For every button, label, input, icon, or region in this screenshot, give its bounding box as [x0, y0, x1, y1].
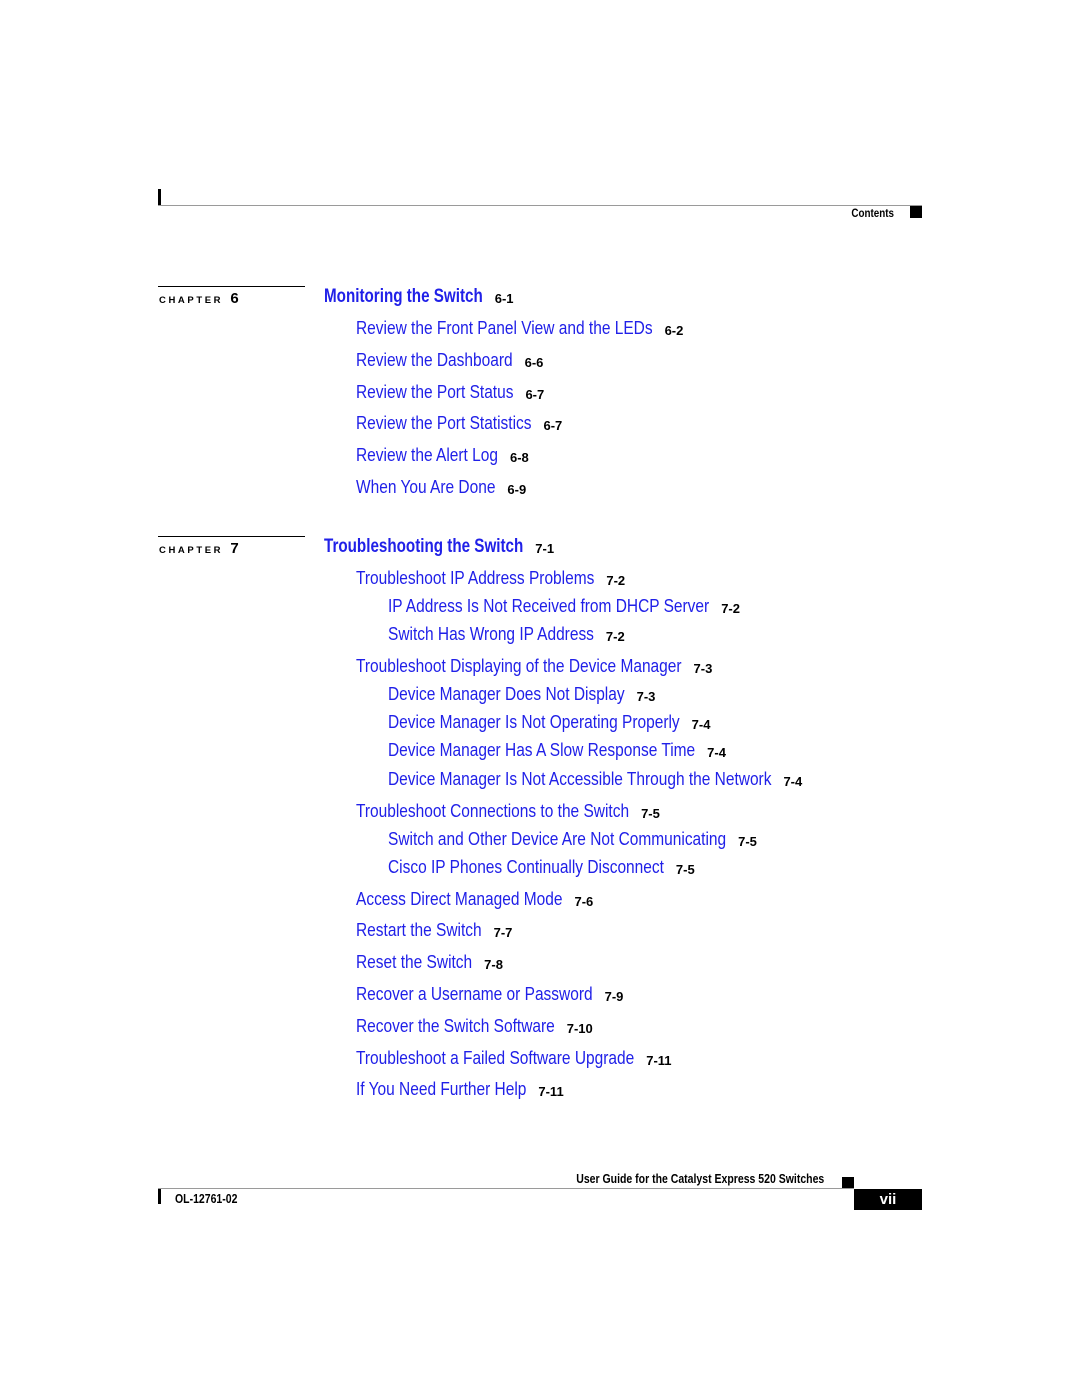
entry-title: Review the Port Statistics — [356, 413, 532, 433]
toc-page: 7-4 — [783, 774, 803, 789]
entry-title: Review the Port Status — [356, 382, 514, 402]
chapter-word: CHAPTER — [159, 545, 224, 556]
toc-page: 7-5 — [738, 834, 757, 849]
entry-title: Device Manager Is Not Operating Properly — [388, 712, 680, 732]
toc-entry[interactable]: Reset the Switch — [356, 952, 491, 973]
toc-entry[interactable]: Troubleshoot a Failed Software Upgrade — [356, 1048, 680, 1069]
entry-title: Troubleshoot Displaying of the Device Ma… — [356, 656, 682, 676]
toc-subentry[interactable]: Switch and Other Device Are Not Communic… — [388, 829, 781, 850]
footer-guide-title: User Guide for the Catalyst Express 520 … — [575, 1172, 824, 1186]
chapter-7-rule — [158, 536, 305, 537]
toc-entry[interactable]: Restart the Switch — [356, 920, 502, 941]
toc-page: 6-7 — [543, 418, 563, 433]
entry-title: Reset the Switch — [356, 952, 473, 972]
footer-rule — [158, 1188, 854, 1189]
entry-title: Monitoring the Switch — [324, 286, 483, 307]
toc-subentry[interactable]: Device Manager Is Not Accessible Through… — [388, 769, 834, 790]
chapter-7-label: CHAPTER 7 — [159, 540, 239, 557]
chapter-6-label: CHAPTER 6 — [159, 290, 239, 307]
toc-entry[interactable]: Recover a Username or Password — [356, 984, 631, 1005]
toc-page: 7-11 — [538, 1084, 564, 1099]
toc-subentry[interactable]: Cisco IP Phones Continually Disconnect — [388, 857, 709, 878]
toc-entry[interactable]: Review the Dashboard — [356, 350, 538, 371]
toc-page: 6-6 — [524, 355, 544, 370]
entry-title: Switch and Other Device Are Not Communic… — [388, 829, 727, 849]
entry-title: Switch Has Wrong IP Address — [388, 624, 594, 644]
entry-title: Troubleshooting the Switch — [324, 536, 524, 557]
toc-subentry[interactable]: Switch Has Wrong IP Address — [388, 624, 627, 645]
toc-entry[interactable]: Review the Port Status — [356, 382, 539, 403]
toc-entry[interactable]: Troubleshoot IP Address Problems — [356, 568, 633, 589]
header-bar — [158, 189, 161, 206]
toc-entry[interactable]: Review the Port Statistics — [356, 413, 560, 434]
toc-page: 7-9 — [604, 989, 624, 1004]
toc-page: 7-2 — [605, 629, 625, 644]
chapter-word: CHAPTER — [159, 295, 224, 306]
toc-subentry[interactable]: Device Manager Is Not Operating Properly — [388, 712, 727, 733]
toc-page: 7-1 — [535, 541, 555, 556]
header-rule — [158, 205, 922, 206]
entry-title: Recover the Switch Software — [356, 1016, 555, 1036]
entry-title: Cisco IP Phones Continually Disconnect — [388, 857, 664, 877]
entry-title: Review the Front Panel View and the LEDs — [356, 318, 653, 338]
toc-page: 7-3 — [693, 661, 713, 676]
toc-entry[interactable]: Review the Front Panel View and the LEDs — [356, 318, 701, 339]
toc-page: 6-9 — [507, 482, 527, 497]
entry-title: Review the Alert Log — [356, 445, 498, 465]
toc-page: 7-5 — [675, 862, 695, 877]
footer-page-number: vii — [854, 1189, 922, 1210]
toc-entry[interactable]: When You Are Done — [356, 477, 518, 498]
toc-page: 7-8 — [484, 957, 503, 972]
entry-title: When You Are Done — [356, 477, 496, 497]
toc-subentry[interactable]: Device Manager Has A Slow Response Time — [388, 740, 745, 761]
header-section-label: Contents — [851, 206, 894, 220]
toc-page: 7-5 — [641, 806, 660, 821]
toc-page: 7-3 — [636, 689, 656, 704]
entry-title: Troubleshoot a Failed Software Upgrade — [356, 1048, 635, 1068]
toc-entry[interactable]: If You Need Further Help — [356, 1079, 554, 1100]
entry-title: Troubleshoot Connections to the Switch — [356, 801, 630, 821]
entry-title: IP Address Is Not Received from DHCP Ser… — [388, 596, 710, 616]
footer-doc-number: OL-12761-02 — [175, 1192, 238, 1206]
toc-page: 7-2 — [721, 601, 740, 616]
toc-page: 7-4 — [707, 745, 726, 760]
toc-page: 6-7 — [525, 387, 545, 402]
toc-entry[interactable]: Troubleshoot Displaying of the Device Ma… — [356, 656, 735, 677]
entry-title: Review the Dashboard — [356, 350, 513, 370]
toc-page: 7-10 — [566, 1021, 593, 1036]
toc-page: 6-2 — [664, 323, 684, 338]
toc-page: 7-7 — [493, 925, 513, 940]
entry-title: If You Need Further Help — [356, 1079, 527, 1099]
toc-page: 7-4 — [691, 717, 711, 732]
header-marker — [910, 206, 922, 218]
entry-title: Recover a Username or Password — [356, 984, 593, 1004]
entry-title: Access Direct Managed Mode — [356, 889, 563, 909]
toc-page: 6-8 — [509, 450, 529, 465]
toc-entry[interactable]: Access Direct Managed Mode — [356, 889, 596, 910]
toc-entry[interactable]: Recover the Switch Software — [356, 1016, 587, 1037]
toc-page: 7-6 — [574, 894, 594, 909]
entry-title: Restart the Switch — [356, 920, 482, 940]
chapter-number: 6 — [230, 290, 239, 307]
footer-bar — [158, 1189, 161, 1204]
entry-title: Device Manager Does Not Display — [388, 684, 625, 704]
entry-title: Device Manager Has A Slow Response Time — [388, 740, 696, 760]
toc-subentry[interactable]: IP Address Is Not Received from DHCP Ser… — [388, 596, 761, 617]
toc-chapter-title[interactable]: Monitoring the Switch — [324, 286, 522, 308]
toc-subentry[interactable]: Device Manager Does Not Display — [388, 684, 663, 705]
toc-page: 7-11 — [646, 1053, 672, 1068]
chapter-6-rule — [158, 286, 305, 287]
toc-entry[interactable]: Review the Alert Log — [356, 445, 521, 466]
entry-title: Troubleshoot IP Address Problems — [356, 568, 595, 588]
chapter-number: 7 — [230, 540, 239, 557]
toc-entry[interactable]: Troubleshoot Connections to the Switch — [356, 801, 674, 822]
toc-page: 6-1 — [494, 291, 514, 306]
entry-title: Device Manager Is Not Accessible Through… — [388, 769, 772, 789]
toc-page: 7-2 — [606, 573, 626, 588]
